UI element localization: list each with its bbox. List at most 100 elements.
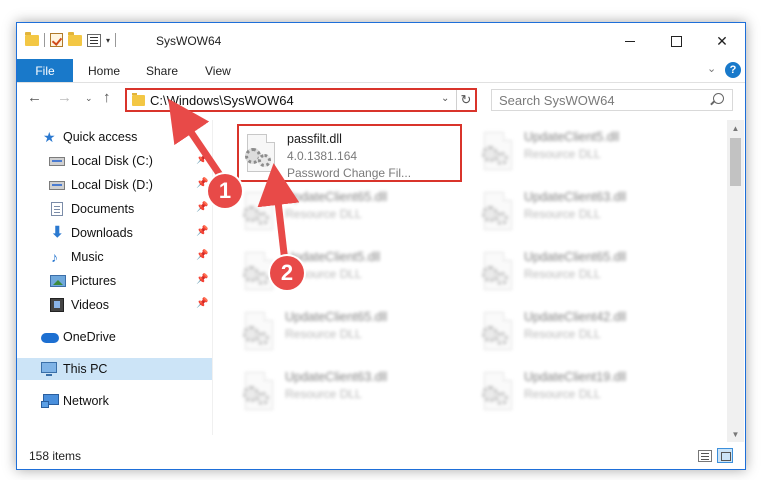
status-bar: 158 items — [17, 443, 745, 469]
file-item[interactable]: UpdateClient65.dll Resource DLL — [237, 304, 462, 362]
file-item[interactable]: UpdateClient19.dll Resource DLL — [476, 364, 701, 422]
details-view-icon[interactable] — [698, 450, 712, 462]
properties-icon[interactable] — [87, 33, 101, 47]
help-icon[interactable]: ? — [725, 62, 741, 78]
file-description: Resource DLL — [524, 207, 601, 221]
sidebar-item-label: Documents — [71, 202, 135, 216]
address-dropdown-chevron-icon[interactable]: ⌄ — [441, 93, 449, 104]
file-version: 4.0.1381.164 — [287, 149, 358, 163]
step-badge-2: 2 — [270, 256, 304, 290]
file-item[interactable]: UpdateClient5.dll Resource DLL — [476, 124, 701, 182]
file-description: Resource DLL — [285, 207, 362, 221]
sidebar-item-local-disk-d[interactable]: Local Disk (D:) 📌 — [17, 174, 212, 196]
search-placeholder: Search SysWOW64 — [499, 93, 615, 108]
new-folder-icon[interactable] — [68, 31, 82, 46]
sidebar-item-onedrive[interactable]: OneDrive — [17, 326, 212, 348]
pin-icon: 📌 — [196, 178, 209, 189]
file-explorer-window: ▾ SysWOW64 ✕ File Home Share View ⌄ ? ← … — [16, 22, 746, 470]
file-name: passfilt.dll — [287, 132, 342, 146]
quick-access-toolbar: ▾ — [25, 31, 117, 47]
tab-home[interactable]: Home — [88, 64, 120, 78]
search-input[interactable]: Search SysWOW64 — [491, 89, 733, 111]
documents-icon — [51, 202, 63, 216]
maximize-button[interactable] — [653, 23, 699, 59]
dll-file-icon — [480, 252, 514, 292]
vertical-scrollbar[interactable]: ▲ ▼ — [727, 120, 744, 442]
disk-icon — [49, 181, 65, 190]
dll-file-icon — [241, 372, 275, 412]
address-path[interactable]: C:\Windows\SysWOW64 — [150, 93, 294, 108]
sidebar-item-label: Quick access — [63, 130, 138, 144]
scroll-up-arrow-icon[interactable]: ▲ — [727, 120, 744, 136]
recent-locations-chevron-icon[interactable]: ⌄ — [85, 93, 93, 104]
file-item[interactable]: UpdateClient63.dll Resource DLL — [476, 184, 701, 242]
music-icon: ♪ — [51, 249, 58, 265]
sidebar-item-label: Music — [71, 250, 104, 264]
dll-file-icon — [241, 312, 275, 352]
dll-file-icon — [480, 132, 514, 172]
scroll-down-arrow-icon[interactable]: ▼ — [727, 426, 744, 442]
file-item[interactable]: UpdateClient65.dll Resource DLL — [476, 244, 701, 302]
properties-check-icon[interactable] — [50, 33, 63, 47]
scrollbar-thumb[interactable] — [730, 138, 741, 186]
sidebar-item-label: Network — [63, 394, 109, 408]
dll-file-icon — [480, 372, 514, 412]
tab-file[interactable]: File — [17, 59, 73, 82]
downloads-icon: ⬇ — [51, 224, 64, 241]
navigation-bar: ← → ⌄ ↑ C:\Windows\SysWOW64 ⌄ ↻ Search S… — [17, 84, 745, 116]
dll-file-icon — [480, 312, 514, 352]
refresh-icon[interactable]: ↻ — [456, 90, 475, 110]
tab-view[interactable]: View — [205, 64, 231, 78]
pin-icon: 📌 — [196, 274, 209, 285]
window-title: SysWOW64 — [156, 34, 222, 48]
folder-icon[interactable] — [25, 31, 39, 46]
minimize-button[interactable] — [607, 23, 653, 59]
file-description: Resource DLL — [524, 147, 601, 161]
sidebar-item-videos[interactable]: Videos 📌 — [17, 294, 212, 316]
pin-icon: 📌 — [196, 298, 209, 309]
ribbon-tabs: File Home Share View ⌄ ? — [17, 59, 745, 83]
up-arrow-icon[interactable]: ↑ — [103, 89, 111, 106]
file-item[interactable]: UpdateClient63.dll Resource DLL — [237, 364, 462, 422]
sidebar-item-network[interactable]: Network — [17, 390, 212, 412]
file-name: UpdateClient65.dll — [524, 250, 627, 264]
pin-icon: 📌 — [196, 154, 209, 165]
forward-arrow-icon[interactable]: → — [57, 89, 72, 106]
file-item-passfilt[interactable]: passfilt.dll 4.0.1381.164 Password Chang… — [237, 124, 462, 182]
folder-icon — [132, 93, 145, 106]
pictures-icon — [50, 275, 66, 287]
large-icons-view-icon[interactable] — [717, 448, 733, 463]
videos-icon — [50, 298, 64, 312]
sidebar-item-downloads[interactable]: ⬇ Downloads 📌 — [17, 222, 212, 244]
file-description: Password Change Fil... — [287, 166, 412, 180]
sidebar-item-pictures[interactable]: Pictures 📌 — [17, 270, 212, 292]
sidebar-item-documents[interactable]: Documents 📌 — [17, 198, 212, 220]
sidebar-item-quick-access[interactable]: ★ Quick access — [17, 126, 212, 148]
sidebar-item-this-pc[interactable]: This PC — [17, 358, 212, 380]
file-item[interactable]: UpdateClient42.dll Resource DLL — [476, 304, 701, 362]
expand-ribbon-chevron-icon[interactable]: ⌄ — [707, 62, 716, 75]
file-description: Resource DLL — [524, 327, 601, 341]
back-arrow-icon[interactable]: ← — [27, 89, 42, 106]
file-name: UpdateClient42.dll — [524, 310, 627, 324]
address-bar[interactable]: C:\Windows\SysWOW64 ⌄ ↻ — [125, 88, 477, 112]
sidebar-item-local-disk-c[interactable]: Local Disk (C:) 📌 — [17, 150, 212, 172]
tab-share[interactable]: Share — [146, 64, 178, 78]
onedrive-icon — [41, 333, 59, 343]
toolbar-separator — [44, 33, 45, 47]
navigation-pane: ★ Quick access Local Disk (C:) 📌 Local D… — [17, 120, 212, 435]
this-pc-icon — [41, 362, 57, 376]
dll-file-icon — [480, 192, 514, 232]
sidebar-item-label: Local Disk (C:) — [71, 154, 153, 168]
file-name: UpdateClient19.dll — [524, 370, 627, 384]
pane-divider[interactable] — [212, 120, 213, 435]
pin-icon: 📌 — [196, 226, 209, 237]
file-item[interactable]: UpdateClient65.dll Resource DLL — [237, 184, 462, 242]
sidebar-item-label: Downloads — [71, 226, 133, 240]
pin-icon: 📌 — [196, 250, 209, 261]
file-description: Resource DLL — [524, 267, 601, 281]
customize-toolbar-chevron-icon[interactable]: ▾ — [106, 36, 110, 45]
sidebar-item-music[interactable]: ♪ Music 📌 — [17, 246, 212, 268]
close-button[interactable]: ✕ — [699, 23, 745, 59]
search-icon[interactable] — [713, 93, 724, 104]
